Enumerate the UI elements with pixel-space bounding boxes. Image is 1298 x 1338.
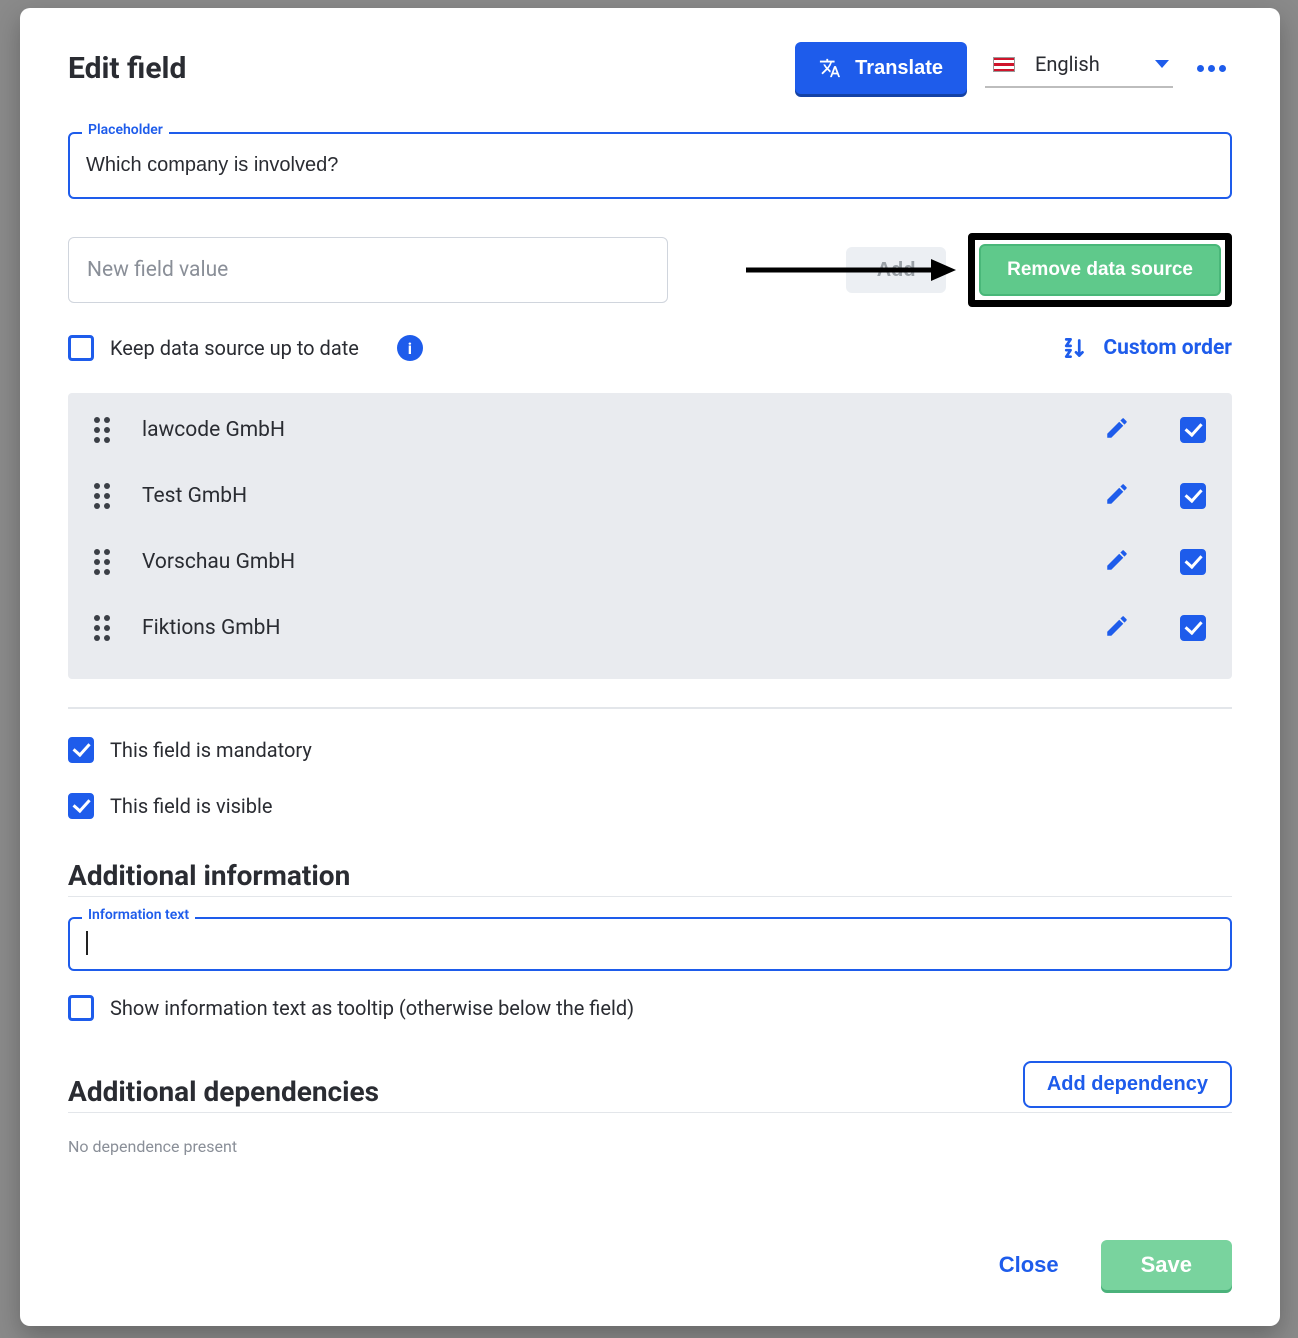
- custom-order-button[interactable]: Custom order: [1063, 335, 1232, 361]
- mandatory-row: This field is mandatory: [68, 737, 1232, 763]
- dialog-body: Placeholder New field value Add Remove d…: [20, 104, 1280, 1200]
- additional-information-title: Additional information: [68, 859, 1232, 897]
- value-item: lawcode GmbH: [68, 397, 1232, 463]
- translate-icon: [819, 57, 841, 79]
- tooltip-label: Show information text as tooltip (otherw…: [110, 996, 634, 1020]
- info-icon[interactable]: i: [397, 335, 423, 361]
- keep-up-to-date-checkbox[interactable]: [68, 335, 94, 361]
- value-enabled-checkbox[interactable]: [1180, 417, 1206, 443]
- pencil-icon: [1104, 613, 1130, 639]
- language-name: English: [1035, 52, 1100, 76]
- value-label: lawcode GmbH: [142, 418, 1076, 442]
- value-list: lawcode GmbH Test GmbH Vorschau GmbH Fiktio…: [68, 393, 1232, 679]
- dialog-title: Edit field: [68, 51, 186, 86]
- remove-data-source-button[interactable]: Remove data source: [979, 244, 1221, 296]
- tooltip-row: Show information text as tooltip (otherw…: [68, 995, 1232, 1021]
- save-button[interactable]: Save: [1101, 1240, 1232, 1290]
- keep-up-to-date-row: Keep data source up to date i: [68, 335, 423, 361]
- drag-handle-icon[interactable]: [94, 417, 114, 443]
- value-enabled-checkbox[interactable]: [1180, 615, 1206, 641]
- edit-value-button[interactable]: [1104, 613, 1130, 643]
- pencil-icon: [1104, 415, 1130, 441]
- divider: [68, 707, 1232, 709]
- no-dependency-label: No dependence present: [68, 1137, 1232, 1156]
- flag-icon: [993, 57, 1015, 72]
- add-value-button[interactable]: Add: [846, 247, 946, 293]
- new-value-row: New field value Add Remove data source: [68, 233, 1232, 307]
- value-item: Fiktions GmbH: [68, 595, 1232, 661]
- mandatory-label: This field is mandatory: [110, 738, 312, 762]
- value-item: Test GmbH: [68, 463, 1232, 529]
- edit-value-button[interactable]: [1104, 547, 1130, 577]
- placeholder-input[interactable]: [70, 134, 1230, 197]
- drag-handle-icon[interactable]: [94, 615, 114, 641]
- visible-checkbox[interactable]: [68, 793, 94, 819]
- additional-dependencies-title: Additional dependencies: [68, 1075, 379, 1108]
- drag-handle-icon[interactable]: [94, 549, 114, 575]
- text-caret: [86, 931, 88, 955]
- visible-label: This field is visible: [110, 794, 272, 818]
- remove-data-source-highlight: Remove data source: [968, 233, 1232, 307]
- value-label: Test GmbH: [142, 484, 1076, 508]
- dialog-footer: Close Save: [20, 1200, 1280, 1326]
- language-select[interactable]: English: [985, 48, 1173, 88]
- information-text-input[interactable]: [70, 919, 1230, 969]
- pencil-icon: [1104, 481, 1130, 507]
- translate-label: Translate: [855, 57, 943, 80]
- pencil-icon: [1104, 547, 1130, 573]
- close-button[interactable]: Close: [993, 1251, 1065, 1279]
- mandatory-checkbox[interactable]: [68, 737, 94, 763]
- translate-button[interactable]: Translate: [795, 42, 967, 94]
- keep-up-to-date-label: Keep data source up to date: [110, 336, 359, 360]
- visible-row: This field is visible: [68, 793, 1232, 819]
- header-actions: Translate English: [795, 42, 1232, 94]
- edit-value-button[interactable]: [1104, 481, 1130, 511]
- placeholder-legend: Placeholder: [82, 122, 169, 138]
- tooltip-checkbox[interactable]: [68, 995, 94, 1021]
- sort-az-icon: [1063, 335, 1089, 361]
- placeholder-field[interactable]: Placeholder: [68, 132, 1232, 199]
- add-dependency-button[interactable]: Add dependency: [1023, 1061, 1232, 1108]
- value-label: Fiktions GmbH: [142, 616, 1076, 640]
- edit-field-dialog: Edit field Translate English Placeholder: [20, 8, 1280, 1326]
- value-enabled-checkbox[interactable]: [1180, 549, 1206, 575]
- edit-value-button[interactable]: [1104, 415, 1130, 445]
- new-value-input[interactable]: New field value: [68, 237, 668, 303]
- value-enabled-checkbox[interactable]: [1180, 483, 1206, 509]
- custom-order-label: Custom order: [1103, 336, 1232, 360]
- more-menu-button[interactable]: [1191, 65, 1232, 72]
- value-item: Vorschau GmbH: [68, 529, 1232, 595]
- value-label: Vorschau GmbH: [142, 550, 1076, 574]
- dialog-header: Edit field Translate English: [20, 8, 1280, 104]
- drag-handle-icon[interactable]: [94, 483, 114, 509]
- chevron-down-icon: [1155, 60, 1169, 68]
- information-text-field[interactable]: Information text: [68, 917, 1232, 971]
